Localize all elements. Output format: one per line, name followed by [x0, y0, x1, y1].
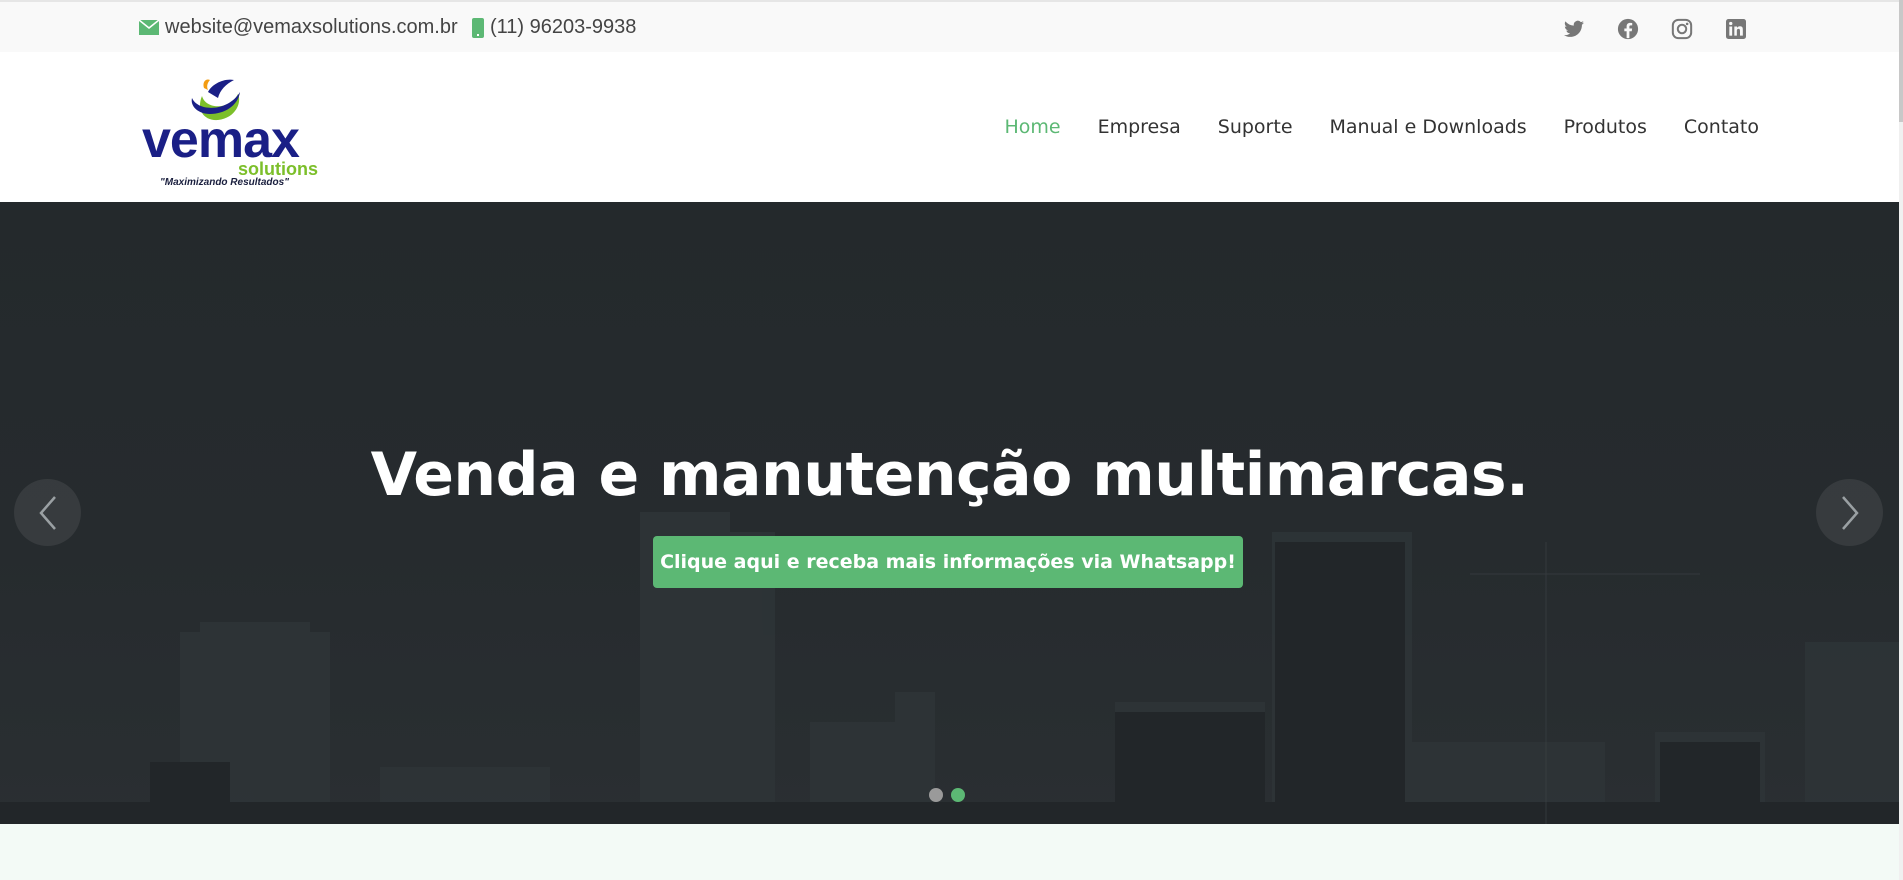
nav-produtos[interactable]: Produtos: [1564, 116, 1647, 138]
page-scrollbar[interactable]: [1899, 0, 1903, 880]
phone-text: (11) 96203-9938: [490, 16, 637, 38]
hero-carousel: Venda e manutenção multimarcas. Clique a…: [0, 202, 1899, 824]
top-bar: website@vemaxsolutions.com.br (11) 96203…: [0, 0, 1899, 52]
nav-manual-downloads[interactable]: Manual e Downloads: [1330, 116, 1527, 138]
scrollbar-thumb[interactable]: [1899, 0, 1903, 122]
main-nav: Home Empresa Suporte Manual e Downloads …: [1004, 116, 1759, 138]
chevron-right-icon: [1841, 495, 1859, 530]
chevron-left-icon: [38, 495, 56, 530]
logo-subtext: solutions: [238, 159, 318, 179]
twitter-icon[interactable]: [1562, 17, 1586, 41]
page: website@vemaxsolutions.com.br (11) 96203…: [0, 0, 1899, 880]
contact-phone[interactable]: (11) 96203-9938: [472, 16, 636, 39]
phone-icon: [472, 17, 484, 38]
city-skyline-background: [0, 512, 1899, 824]
envelope-icon: [139, 20, 159, 35]
linkedin-icon[interactable]: [1724, 17, 1748, 41]
nav-suporte[interactable]: Suporte: [1218, 116, 1293, 138]
instagram-icon[interactable]: [1670, 17, 1694, 41]
nav-empresa[interactable]: Empresa: [1098, 116, 1181, 138]
carousel-dot-1[interactable]: [929, 788, 943, 802]
next-section: [0, 824, 1899, 880]
logo-tagline: "Maximizando Resultados": [160, 177, 289, 188]
carousel-prev-button[interactable]: [14, 479, 81, 546]
nav-contato[interactable]: Contato: [1684, 116, 1759, 138]
carousel-indicators: [929, 788, 965, 802]
contact-email[interactable]: website@vemaxsolutions.com.br: [139, 16, 458, 39]
carousel-next-button[interactable]: [1816, 479, 1883, 546]
email-text: website@vemaxsolutions.com.br: [165, 16, 458, 38]
site-logo[interactable]: vemax solutions "Maximizando Resultados": [138, 72, 318, 194]
hero-title: Venda e manutenção multimarcas.: [370, 440, 1529, 510]
nav-home[interactable]: Home: [1004, 116, 1060, 138]
carousel-dot-2[interactable]: [951, 788, 965, 802]
facebook-icon[interactable]: [1616, 17, 1640, 41]
site-header: vemax solutions "Maximizando Resultados"…: [0, 52, 1899, 202]
whatsapp-cta-button[interactable]: Clique aqui e receba mais informações vi…: [653, 536, 1243, 588]
